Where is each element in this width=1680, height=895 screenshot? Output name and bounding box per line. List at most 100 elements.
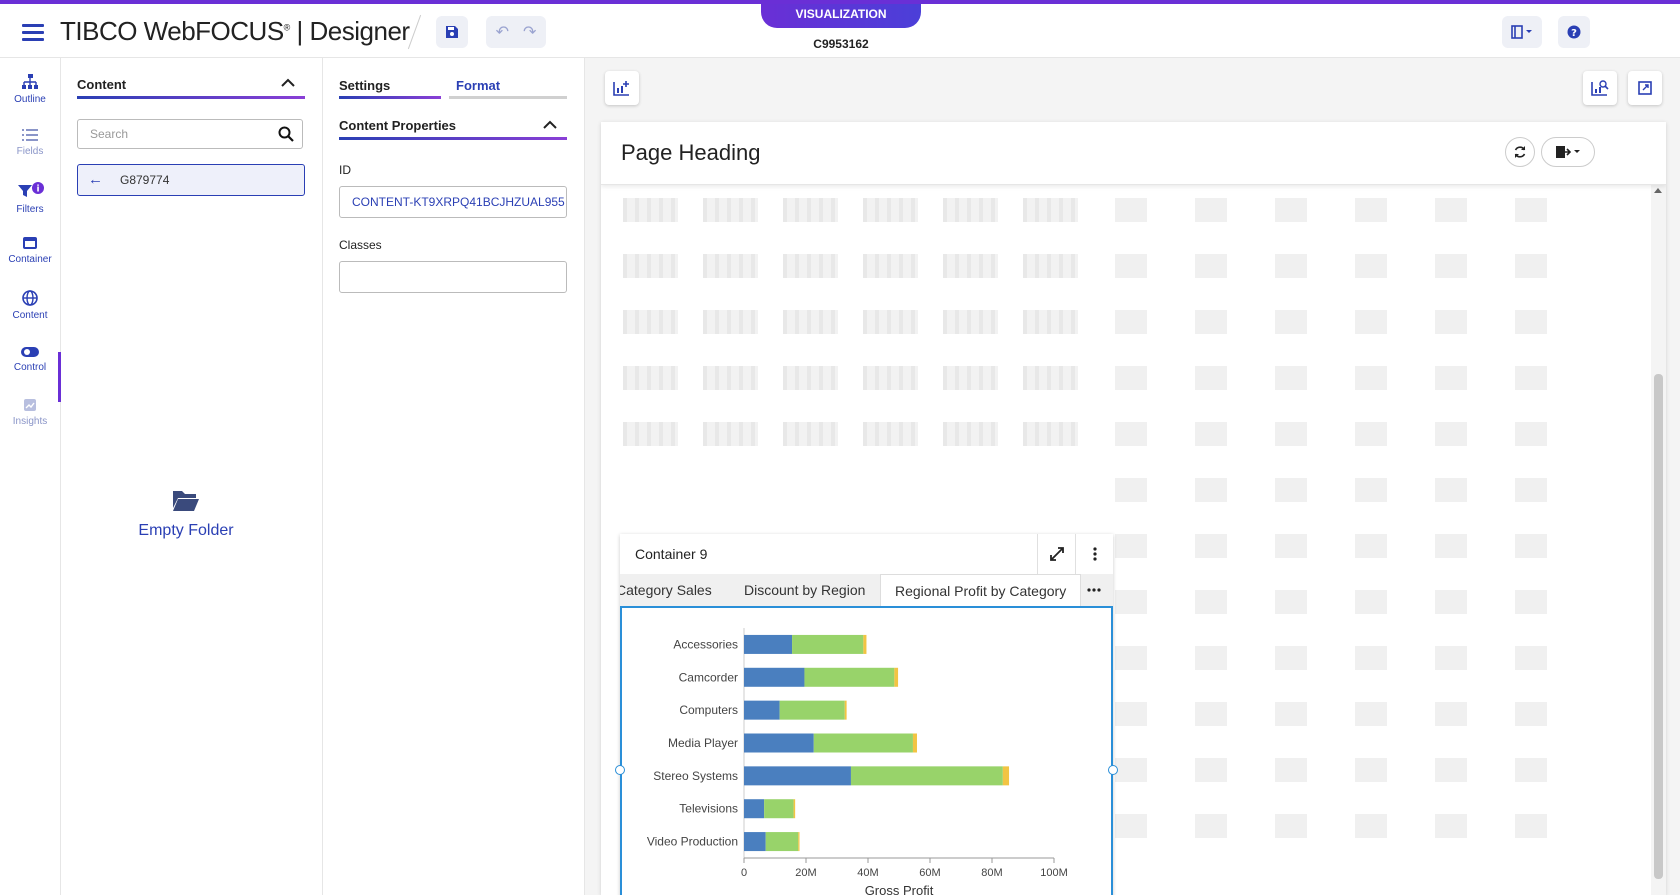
resize-handle-right[interactable] [1108,765,1118,775]
grid-placeholder-cell [1435,590,1467,614]
stacked-bar-chart[interactable]: Accessories Camcorder Computers Media Playe… [622,608,1111,895]
grid-placeholder-cell [1515,422,1547,446]
bar-segment [744,832,766,852]
grid-placeholder-cell [1435,422,1467,446]
chevron-up-icon[interactable] [543,120,557,130]
page-title[interactable]: Page Heading [621,140,760,166]
expand-canvas-button[interactable] [1628,71,1662,105]
add-chart-button[interactable] [605,71,639,105]
nav-filters[interactable]: i Filters [0,182,60,215]
filter-icon: i [18,182,44,197]
nav-insights[interactable]: Insights [0,398,60,427]
page-area: Page Heading Container 9 Category Sales … [601,122,1666,895]
nav-fields[interactable]: Fields [0,128,60,157]
page-header: Page Heading [601,122,1666,185]
undo-icon[interactable]: ↶ [496,22,509,42]
grid-placeholder-cell [1275,758,1307,782]
nav-label: Outline [14,94,46,105]
chart-search-button[interactable] [1583,71,1617,105]
save-icon [446,26,458,38]
bar-segment [744,700,780,720]
tab-discount-by-region[interactable]: Discount by Region [744,574,865,606]
nav-container[interactable]: Container [0,236,60,265]
grid-placeholder-cell [1195,422,1227,446]
nav-label: Filters [16,204,44,215]
grid-placeholder-cell [1515,702,1547,726]
x-tick-label: 80M [981,867,1002,879]
grid-placeholder-cell [623,422,678,446]
grid-placeholder-cell [1435,478,1467,502]
add-chart-icon [613,81,629,96]
grid-placeholder-cell [1115,366,1147,390]
bar-segment [744,799,765,819]
grid-placeholder-cell [1515,254,1547,278]
grid-placeholder-cell [1195,534,1227,558]
search-icon[interactable] [278,126,294,142]
grid-placeholder-cell [1275,366,1307,390]
layout-icon [1511,25,1532,39]
grid-placeholder-cell [1435,702,1467,726]
bar-segment [798,832,800,852]
back-arrow-icon[interactable]: ← [88,171,103,188]
horizontal-dots-icon [1087,588,1101,592]
grid-placeholder-cell [1275,198,1307,222]
grid-placeholder-cell [1195,254,1227,278]
refresh-button[interactable] [1505,137,1535,167]
grid-placeholder-cell [1115,254,1147,278]
layout-dropdown-button[interactable] [1502,16,1542,48]
icon-navigation: Outline Fields i Filters Container Conte… [0,58,61,895]
scroll-up-arrow-icon[interactable] [1654,188,1662,193]
grid-placeholder-cell [1115,702,1147,726]
help-button[interactable]: ? [1558,16,1590,48]
section-title: Content Properties [339,118,457,133]
bar-segment [894,667,899,687]
bar-segment [744,667,805,687]
tab-settings[interactable]: Settings [339,78,390,93]
nav-content[interactable]: Content [0,290,60,321]
grid-placeholder-cell [1275,254,1307,278]
outline-icon [22,74,38,89]
search-field[interactable] [77,119,303,149]
tab-format[interactable]: Format [456,78,500,93]
maximize-button[interactable] [1037,534,1076,574]
grid-placeholder-cell [863,254,918,278]
properties-panel: Settings Format Content Properties ID CO… [323,58,585,895]
grid-placeholder-cell [1195,310,1227,334]
grid-placeholder-cell [1115,422,1147,446]
vertical-scrollbar[interactable] [1651,184,1666,895]
more-options-button[interactable] [1075,534,1114,574]
save-button[interactable] [436,16,468,48]
grid-placeholder-cell [1515,590,1547,614]
search-input[interactable] [88,126,272,142]
scrollbar-thumb[interactable] [1654,374,1663,879]
bar-segment [912,733,917,753]
nav-control[interactable]: Control [0,346,60,373]
chart-frame[interactable]: Accessories Camcorder Computers Media Playe… [620,606,1113,895]
grid-placeholder-cell [1195,814,1227,838]
grid-placeholder-cell [623,366,678,390]
grid-placeholder-cell [1275,646,1307,670]
empty-label: Empty Folder [138,522,234,539]
grid-placeholder-cell [783,254,838,278]
category-label: Camcorder [679,670,738,684]
folder-breadcrumb[interactable]: ← G879774 [77,164,305,196]
tabs-overflow-button[interactable] [1075,574,1113,606]
grid-placeholder-cell [1195,646,1227,670]
classes-field[interactable] [339,261,567,293]
toggle-icon [21,347,39,357]
design-canvas: Page Heading Container 9 Category Sales … [585,58,1680,895]
id-field[interactable]: CONTENT-KT9XRPQ41BCJHZUAL955 [339,186,567,218]
export-dropdown-button[interactable] [1541,137,1595,167]
category-label: Televisions [679,802,738,816]
menu-icon[interactable] [22,24,44,41]
chevron-up-icon[interactable] [281,78,295,88]
redo-icon[interactable]: ↷ [523,22,536,42]
nav-outline[interactable]: Outline [0,74,60,105]
grid-placeholder-cell [1515,366,1547,390]
tab-regional-profit-by-category[interactable]: Regional Profit by Category [880,574,1082,606]
bar-segment [1002,766,1010,786]
tab-category-sales[interactable]: Category Sales [620,574,712,606]
mode-badge: VISUALIZATION [761,4,921,28]
container-panel[interactable]: Container 9 Category Sales Discount by R… [615,534,1118,895]
resize-handle-left[interactable] [615,765,625,775]
